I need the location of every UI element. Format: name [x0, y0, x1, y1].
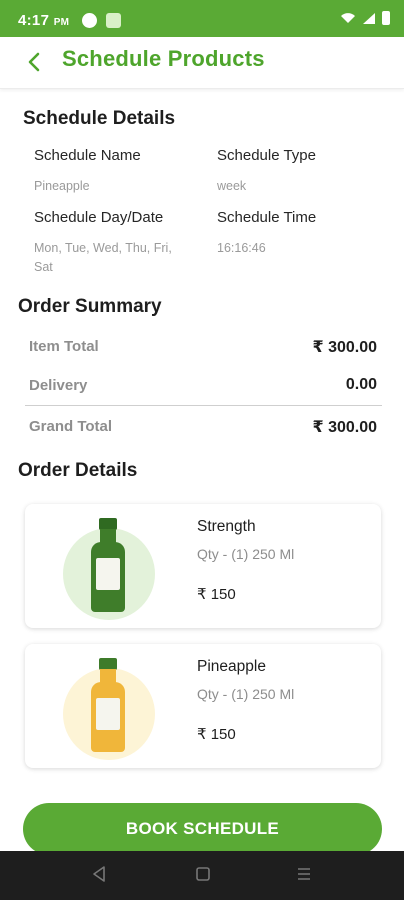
schedule-day-value: Mon, Tue, Wed, Thu, Fri, Sat	[34, 241, 172, 274]
product-image	[90, 518, 126, 614]
order-details-heading: Order Details	[18, 460, 138, 481]
page-title: Schedule Products	[62, 46, 265, 71]
system-nav-bar	[0, 851, 404, 900]
schedule-time-label: Schedule Time	[217, 209, 317, 226]
summary-divider	[25, 405, 382, 406]
bottle-label	[96, 698, 120, 730]
product-qty: Qty - (1) 250 Ml	[197, 546, 295, 562]
delivery-label: Delivery	[29, 377, 88, 394]
schedule-day-label: Schedule Day/Date	[34, 209, 164, 226]
schedule-time-value: 16:16:46	[217, 241, 266, 255]
delivery-value: 0.00	[345, 376, 377, 393]
status-ampm: PM	[53, 17, 70, 28]
status-time-value: 4:17	[18, 12, 50, 29]
app-bar: Schedule Products	[0, 37, 404, 89]
status-icons	[340, 11, 390, 25]
back-button[interactable]	[22, 49, 48, 75]
order-summary-heading: Order Summary	[18, 296, 162, 317]
schedule-type-value: week	[217, 179, 247, 193]
wifi-icon	[341, 13, 355, 23]
product-price: ₹ 150	[197, 726, 236, 743]
app-notification-icon	[82, 13, 97, 28]
product-image	[90, 658, 126, 754]
schedule-name-label: Schedule Name	[34, 147, 141, 164]
item-total-label: Item Total	[29, 338, 99, 355]
schedule-details-heading: Schedule Details	[23, 108, 176, 129]
product-card[interactable]: Strength Qty - (1) 250 Ml ₹ 150	[25, 504, 381, 628]
product-qty: Qty - (1) 250 Ml	[197, 686, 295, 702]
book-schedule-button[interactable]: BOOK SCHEDULE	[23, 803, 382, 855]
grand-total-value: ₹ 300.00	[312, 419, 377, 436]
product-name: Strength	[197, 518, 256, 535]
bottle-label	[96, 558, 120, 590]
nav-menu-icon[interactable]	[296, 865, 312, 883]
nav-home-icon[interactable]	[195, 865, 211, 883]
schedule-type-label: Schedule Type	[217, 147, 316, 164]
grand-total-label: Grand Total	[29, 418, 113, 435]
download-notification-icon	[106, 13, 121, 28]
product-price: ₹ 150	[197, 586, 236, 603]
status-time: 4:17 PM	[18, 12, 69, 29]
status-bar: 4:17 PM	[0, 0, 404, 37]
product-name: Pineapple	[197, 658, 266, 675]
product-card[interactable]: Pineapple Qty - (1) 250 Ml ₹ 150	[25, 644, 381, 768]
cell-signal-icon	[363, 13, 375, 24]
schedule-name-value: Pineapple	[34, 179, 90, 193]
battery-icon	[382, 11, 390, 25]
item-total-value: ₹ 300.00	[312, 339, 377, 356]
nav-back-icon[interactable]	[91, 865, 107, 883]
